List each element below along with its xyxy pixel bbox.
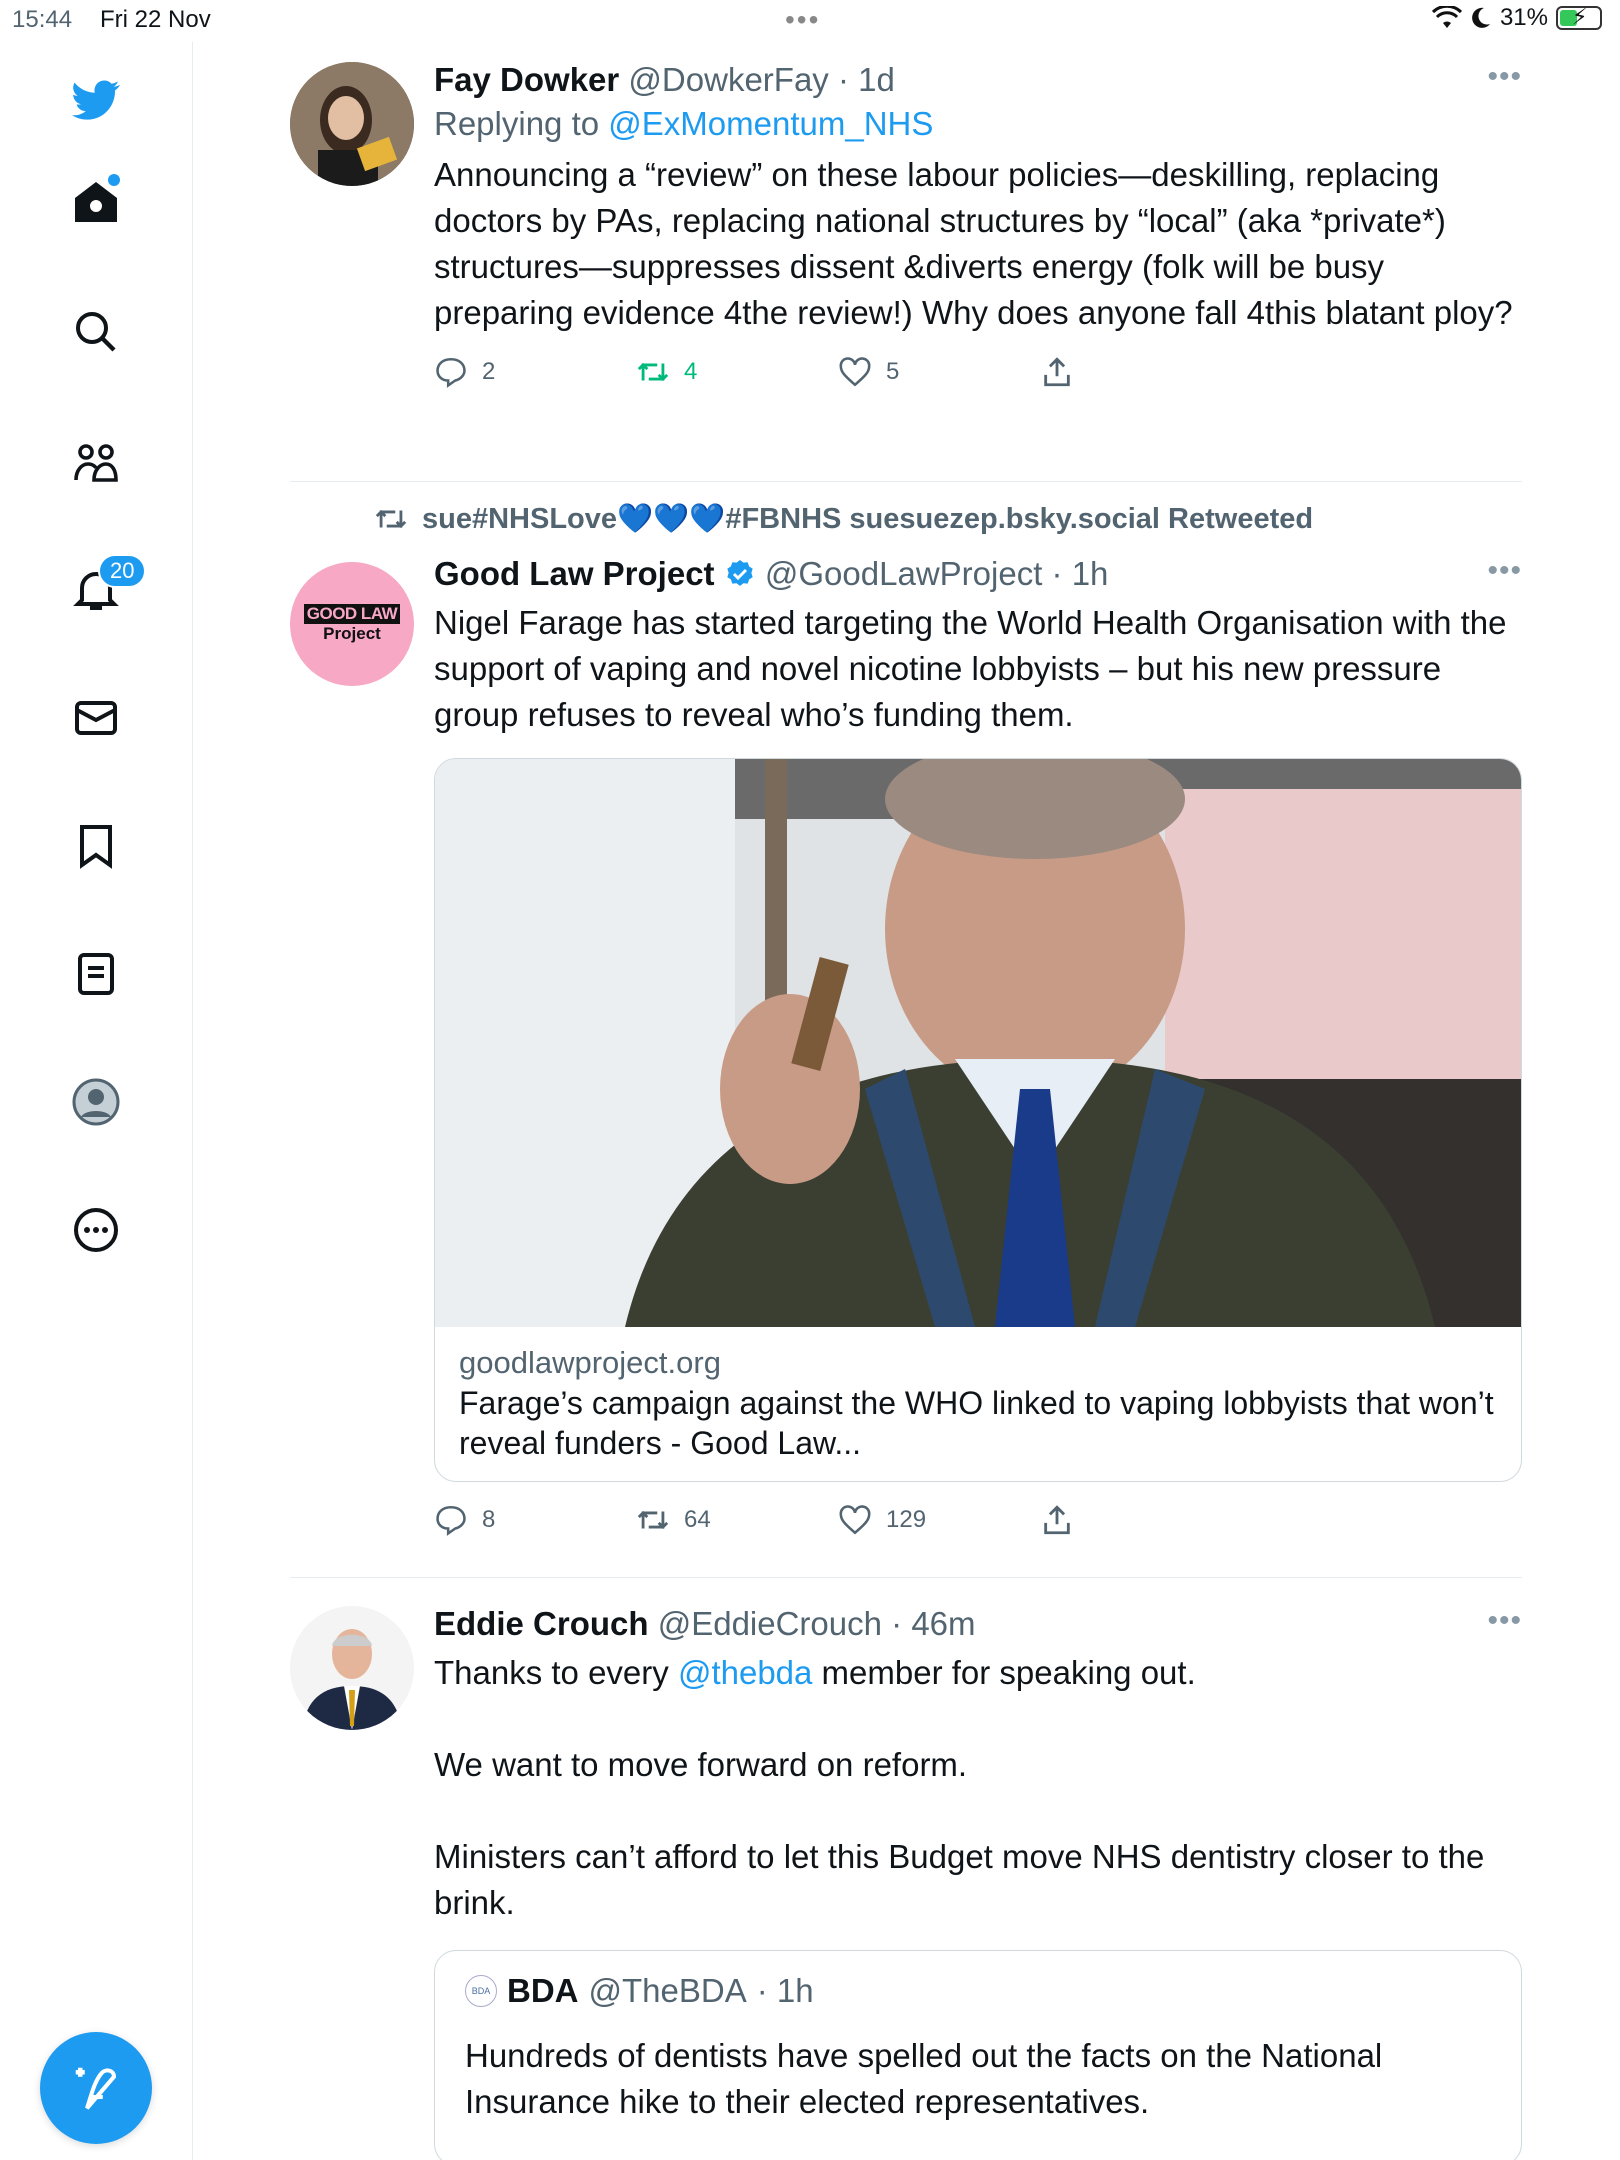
tweet-fay-dowker[interactable]: ••• Fay Dowker @DowkerFay · 1d Replying … xyxy=(290,42,1522,482)
avatar[interactable]: GOOD LAW Project xyxy=(290,562,414,686)
reply-icon xyxy=(436,1505,466,1536)
tweet-paragraph-3: Ministers can’t afford to let this Budge… xyxy=(434,1838,1485,1921)
text-segment: member for speaking out. xyxy=(812,1654,1196,1691)
share-icon xyxy=(1044,357,1070,387)
retweet-button[interactable]: 64 xyxy=(636,1503,838,1537)
reply-button[interactable]: 2 xyxy=(434,355,636,389)
tweet-text: Thanks to every @thebda member for speak… xyxy=(434,1650,1522,1926)
tweet-header: Fay Dowker @DowkerFay · 1d xyxy=(434,58,1522,102)
like-count: 129 xyxy=(886,1506,927,1533)
compose-tweet-button[interactable] xyxy=(40,2032,152,2144)
quoted-tweet-text: Hundreds of dentists have spelled out th… xyxy=(465,2037,1383,2120)
social-context[interactable]: sue#NHSLove💙💙💙#FBNHS suesuezep.bsky.soci… xyxy=(374,502,1313,536)
author-name[interactable]: Eddie Crouch xyxy=(434,1605,649,1642)
quoted-tweet-header: BDA BDA @TheBDA · 1h xyxy=(465,1969,1491,2013)
compose-feather-icon xyxy=(75,2067,117,2110)
share-icon xyxy=(1044,1505,1070,1535)
retweet-button[interactable]: 4 xyxy=(636,355,838,389)
author-handle[interactable]: @GoodLawProject xyxy=(765,555,1042,592)
verified-badge-icon xyxy=(727,560,753,586)
home-unread-dot xyxy=(108,174,120,186)
battery-icon: ⚡ xyxy=(1556,4,1602,30)
text-segment: Thanks to every xyxy=(434,1654,678,1691)
wifi-icon xyxy=(1431,6,1462,28)
heart-icon xyxy=(839,357,871,387)
heart-icon xyxy=(839,1505,871,1535)
replying-to: Replying to @ExMomentum_NHS xyxy=(434,102,1522,146)
replying-label: Replying to xyxy=(434,105,600,142)
tweet-more-button[interactable]: ••• xyxy=(1487,1604,1522,1638)
tweet-eddie-crouch[interactable]: ••• Eddie Crouch @EddieCrouch · 46m Than… xyxy=(290,1578,1522,2160)
reply-count: 8 xyxy=(482,1506,496,1533)
bookmarks-icon[interactable] xyxy=(60,810,132,882)
retweet-count: 4 xyxy=(684,358,698,385)
status-bar: 15:44 Fri 22 Nov ••• 31% ⚡ xyxy=(0,0,1620,42)
avatar-logo-line-1: GOOD LAW xyxy=(303,604,401,624)
link-card-image[interactable] xyxy=(435,759,1521,1327)
like-count: 5 xyxy=(886,358,900,385)
author-name[interactable]: Fay Dowker xyxy=(434,61,619,98)
like-button[interactable]: 5 xyxy=(838,355,1040,389)
quoted-avatar[interactable]: BDA xyxy=(465,1975,497,2007)
timeline: ••• Fay Dowker @DowkerFay · 1d Replying … xyxy=(290,42,1522,2160)
tweet-time[interactable]: · 1h xyxy=(1052,555,1109,592)
author-handle[interactable]: @EddieCrouch xyxy=(658,1605,882,1642)
battery-percent: 31% xyxy=(1499,4,1548,31)
multitasking-dots-icon[interactable]: ••• xyxy=(785,4,820,36)
avatar[interactable] xyxy=(290,62,414,186)
home-icon[interactable] xyxy=(60,166,132,238)
avatar[interactable] xyxy=(290,1606,414,1730)
moon-icon xyxy=(1472,7,1490,28)
twitter-logo-icon[interactable] xyxy=(60,64,132,136)
share-button[interactable] xyxy=(1040,1503,1242,1537)
author-name[interactable]: Good Law Project xyxy=(434,555,715,592)
tweet-time[interactable]: · 1d xyxy=(838,61,895,98)
tweet-actions: 2 4 5 xyxy=(434,344,1522,400)
notifications-icon[interactable]: 20 xyxy=(60,554,147,626)
reply-icon xyxy=(436,357,466,388)
tweet-good-law-project[interactable]: sue#NHSLove💙💙💙#FBNHS suesuezep.bsky.soci… xyxy=(290,482,1522,1578)
retweet-icon xyxy=(375,509,407,529)
retweet-icon xyxy=(637,1510,669,1530)
tweet-header: Good Law Project @GoodLawProject · 1h xyxy=(434,552,1522,596)
replying-to-link[interactable]: @ExMomentum_NHS xyxy=(608,105,933,142)
tweet-more-button[interactable]: ••• xyxy=(1487,554,1522,588)
retweet-icon xyxy=(637,362,669,382)
status-time: 15:44 xyxy=(12,6,73,33)
status-right: 31% ⚡ xyxy=(1431,4,1602,32)
tweet-header: Eddie Crouch @EddieCrouch · 46m xyxy=(434,1602,1522,1646)
tweet-time[interactable]: · 46m xyxy=(891,1605,975,1642)
reply-count: 2 xyxy=(482,358,496,385)
communities-icon[interactable] xyxy=(60,426,132,498)
profile-icon[interactable] xyxy=(60,1066,132,1138)
tweet-more-button[interactable]: ••• xyxy=(1487,60,1522,94)
more-icon[interactable] xyxy=(60,1194,132,1266)
link-card-title: Farage’s campaign against the WHO linked… xyxy=(459,1385,1494,1461)
notification-count-badge: 20 xyxy=(98,554,147,588)
reply-button[interactable]: 8 xyxy=(434,1503,636,1537)
tweet-paragraph-1: Thanks to every @thebda member for speak… xyxy=(434,1650,1522,1696)
quoted-author-handle[interactable]: @TheBDA xyxy=(589,1969,747,2013)
author-handle[interactable]: @DowkerFay xyxy=(628,61,828,98)
like-button[interactable]: 129 xyxy=(838,1503,1040,1537)
sidebar: 20 xyxy=(0,42,193,2160)
link-card-domain: goodlawproject.org xyxy=(459,1345,721,1380)
quoted-author-name[interactable]: BDA xyxy=(507,1969,579,2013)
status-date: Fri 22 Nov xyxy=(100,6,211,33)
mention-link[interactable]: @thebda xyxy=(678,1654,812,1691)
lists-icon[interactable] xyxy=(60,938,132,1010)
retweet-count: 64 xyxy=(684,1506,711,1533)
tweet-paragraph-2: We want to move forward on reform. xyxy=(434,1746,968,1783)
social-context-text: sue#NHSLove💙💙💙#FBNHS suesuezep.bsky.soci… xyxy=(422,503,1314,535)
messages-icon[interactable] xyxy=(60,682,132,754)
tweet-actions: 8 64 129 xyxy=(434,1492,1522,1548)
share-button[interactable] xyxy=(1040,355,1242,389)
tweet-text: Announcing a “review” on these labour po… xyxy=(434,156,1513,331)
tweet-text: Nigel Farage has started targeting the W… xyxy=(434,604,1507,733)
avatar-logo-line-2: Project xyxy=(323,624,381,643)
quoted-tweet[interactable]: BDA BDA @TheBDA · 1h Hundreds of dentist… xyxy=(434,1950,1522,2160)
link-card[interactable]: goodlawproject.org Farage’s campaign aga… xyxy=(434,758,1522,1482)
quoted-tweet-time[interactable]: · 1h xyxy=(757,1969,814,2013)
search-icon[interactable] xyxy=(60,296,132,368)
